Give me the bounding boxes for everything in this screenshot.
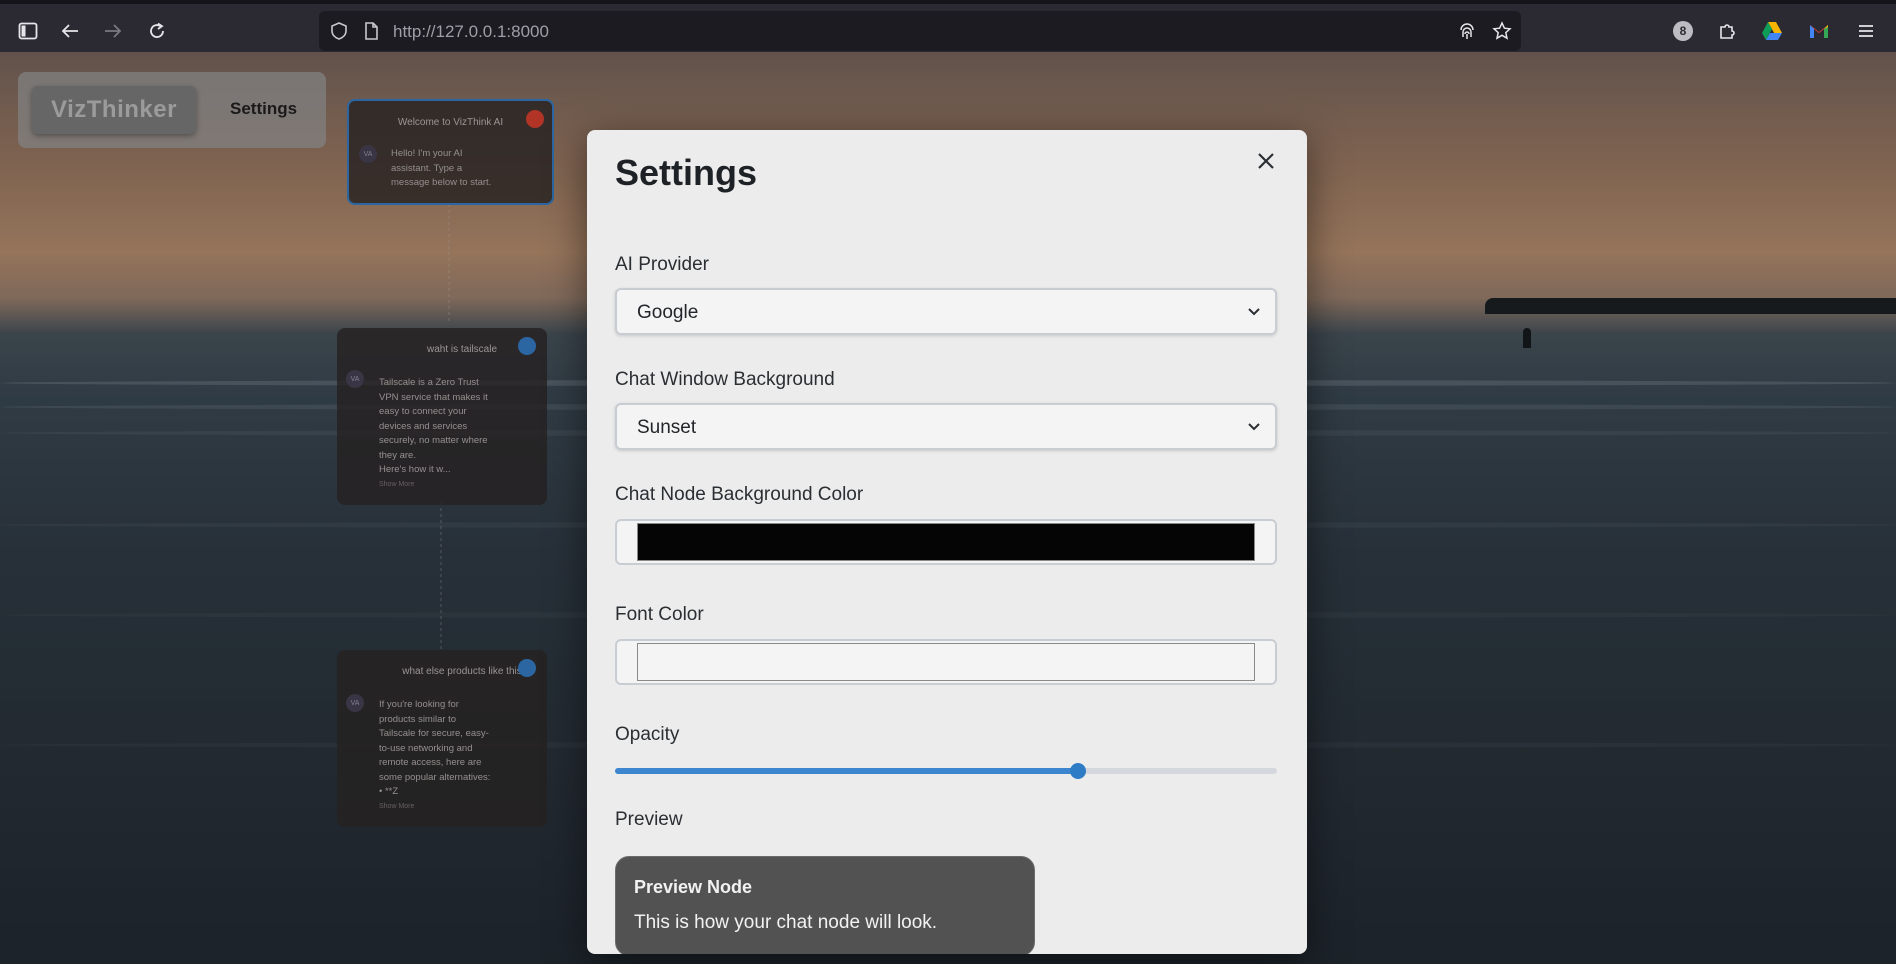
preview-label: Preview [615, 809, 683, 830]
extension-badge-count: 8 [1673, 21, 1693, 41]
settings-modal: Settings AI Provider Google Chat Window … [587, 130, 1307, 954]
node-bg-color-picker[interactable] [615, 519, 1277, 565]
back-icon[interactable] [55, 16, 85, 46]
close-icon [1258, 153, 1274, 169]
opacity-slider-thumb[interactable] [1070, 763, 1087, 779]
font-color-label: Font Color [615, 604, 704, 625]
chevron-down-icon [1248, 308, 1260, 316]
chevron-down-icon [1248, 423, 1260, 431]
url-text: http://127.0.0.1:8000 [393, 22, 549, 41]
chat-background-label: Chat Window Background [615, 369, 835, 390]
preview-node-text: This is how your chat node will look. [634, 912, 938, 933]
chat-background-value: Sunset [637, 417, 697, 438]
url-bar[interactable]: http://127.0.0.1:8000 [319, 11, 1521, 51]
font-color-picker[interactable] [615, 639, 1277, 685]
ai-provider-value: Google [637, 302, 699, 323]
shield-icon [329, 21, 349, 41]
ai-provider-select[interactable]: Google [615, 288, 1277, 335]
bookmark-star-icon[interactable] [1492, 21, 1512, 41]
browser-toolbar: http://127.0.0.1:8000 8 [0, 0, 1896, 52]
opacity-label: Opacity [615, 724, 680, 745]
reload-icon[interactable] [142, 16, 172, 46]
forward-icon[interactable] [98, 16, 128, 46]
fingerprint-icon[interactable] [1457, 21, 1477, 41]
menu-hamburger-icon[interactable] [1851, 16, 1881, 46]
page-icon [361, 21, 381, 41]
chat-background-select[interactable]: Sunset [615, 403, 1277, 450]
gmail-icon[interactable] [1804, 16, 1834, 46]
modal-title: Settings [615, 152, 758, 193]
opacity-slider[interactable] [615, 763, 1277, 779]
preview-node: Preview Node This is how your chat node … [615, 856, 1035, 954]
ai-provider-label: AI Provider [615, 254, 709, 275]
opacity-slider-fill [615, 768, 1079, 774]
google-drive-icon[interactable] [1757, 16, 1787, 46]
preview-node-title: Preview Node [634, 877, 753, 897]
extension-badge-icon[interactable]: 8 [1668, 16, 1698, 46]
close-button[interactable] [1251, 146, 1281, 176]
sidebar-toggle-icon[interactable] [13, 16, 43, 46]
font-color-swatch [637, 643, 1255, 681]
node-bg-color-swatch [637, 523, 1255, 561]
node-bg-color-label: Chat Node Background Color [615, 484, 864, 505]
extensions-puzzle-icon[interactable] [1712, 16, 1742, 46]
